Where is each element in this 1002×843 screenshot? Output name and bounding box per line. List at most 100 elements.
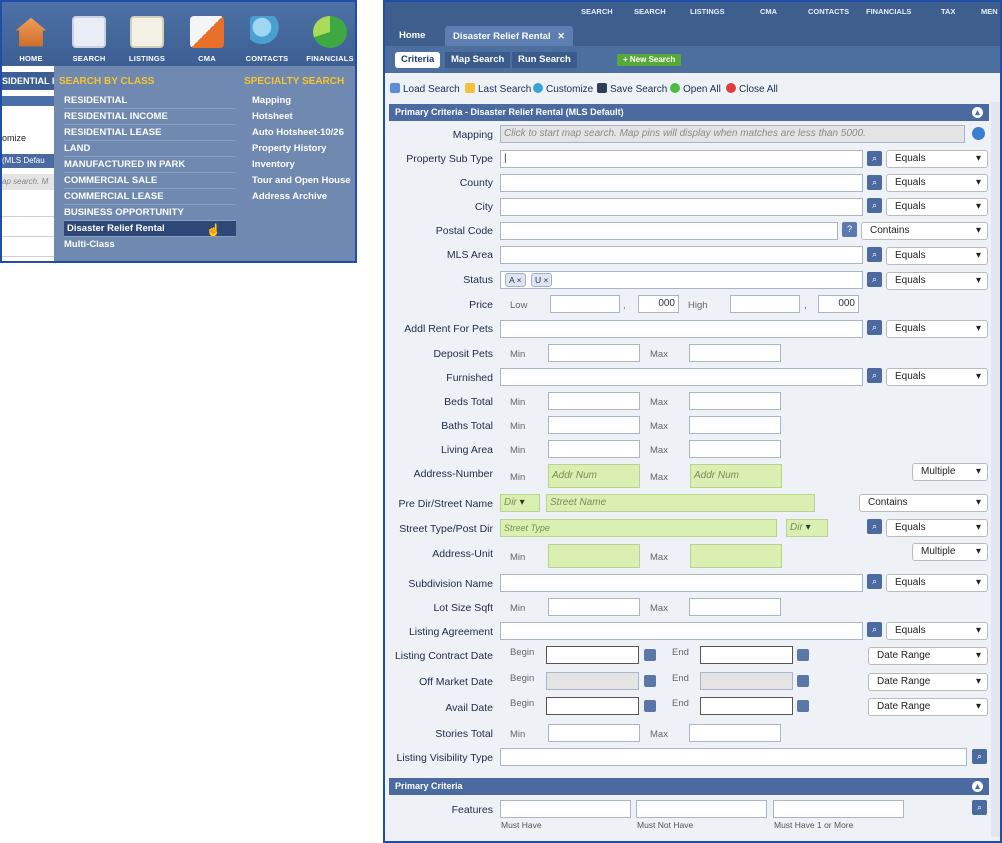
lookup-icon[interactable]: ⌕ xyxy=(867,198,882,213)
county-operator[interactable]: Equals xyxy=(886,174,988,192)
price-low-thousands[interactable]: 000 xyxy=(638,295,679,313)
status-chip-u[interactable]: U × xyxy=(531,273,553,287)
listing-agreement-operator[interactable]: Equals xyxy=(886,622,988,640)
stories-min[interactable] xyxy=(548,724,640,742)
stories-max[interactable] xyxy=(689,724,781,742)
save-search-button[interactable]: Save Search xyxy=(597,83,667,95)
address-number-min[interactable]: Addr Num xyxy=(548,464,640,488)
features-must-have-one[interactable] xyxy=(773,800,904,818)
lookup-icon[interactable]: ⌕ xyxy=(867,151,882,166)
price-high-input[interactable] xyxy=(730,295,800,313)
menu-item-residential[interactable]: RESIDENTIAL xyxy=(64,93,236,109)
scrollbar[interactable] xyxy=(991,102,1000,837)
avail-date-begin[interactable] xyxy=(546,697,639,715)
open-all-button[interactable]: Open All xyxy=(670,83,721,95)
beds-min[interactable] xyxy=(548,392,640,410)
nav-search[interactable]: SEARCH xyxy=(60,2,118,66)
contract-date-begin[interactable] xyxy=(546,646,639,664)
globe-icon[interactable] xyxy=(972,127,985,140)
address-number-max[interactable]: Addr Num xyxy=(690,464,782,488)
lookup-icon[interactable]: ⌕ xyxy=(867,247,882,262)
avail-date-end[interactable] xyxy=(700,697,793,715)
lot-size-max[interactable] xyxy=(689,598,781,616)
off-market-end[interactable] xyxy=(700,672,793,690)
listing-agreement-input[interactable] xyxy=(500,622,863,640)
pre-dir-select[interactable]: Dir ▾ xyxy=(500,494,540,512)
mapping-input[interactable]: Click to start map search. Map pins will… xyxy=(500,125,965,143)
calendar-icon[interactable] xyxy=(797,700,809,712)
specialty-address-archive[interactable]: Address Archive xyxy=(252,189,327,205)
street-type-operator[interactable]: Equals xyxy=(886,519,988,537)
status-chip-a[interactable]: A × xyxy=(505,273,526,287)
deposit-pets-min[interactable] xyxy=(548,344,640,362)
nav-listings[interactable]: LISTINGS xyxy=(118,2,176,66)
top-link-listings[interactable]: LISTINGS xyxy=(690,7,725,16)
calendar-icon[interactable] xyxy=(644,649,656,661)
last-search-button[interactable]: Last Search xyxy=(465,83,531,95)
nav-contacts[interactable]: CONTACTS xyxy=(238,2,296,66)
county-input[interactable] xyxy=(500,174,863,192)
help-icon[interactable]: ? xyxy=(842,222,857,237)
top-link-contacts[interactable]: CONTACTS xyxy=(808,7,849,16)
tab-home[interactable]: Home xyxy=(391,26,433,46)
subtab-map-search[interactable]: Map Search xyxy=(445,52,511,68)
lookup-icon[interactable]: ⌕ xyxy=(867,272,882,287)
listing-visibility-input[interactable] xyxy=(500,748,967,766)
beds-max[interactable] xyxy=(689,392,781,410)
post-dir-select[interactable]: Dir ▾ xyxy=(786,519,828,537)
deposit-pets-max[interactable] xyxy=(689,344,781,362)
specialty-tour-open-house[interactable]: Tour and Open House xyxy=(252,173,351,189)
mls-area-input[interactable] xyxy=(500,246,863,264)
street-type-input[interactable]: Street Type xyxy=(500,519,777,537)
menu-item-manufactured[interactable]: MANUFACTURED IN PARK xyxy=(64,157,236,173)
top-link-tax[interactable]: TAX xyxy=(941,7,955,16)
menu-item-commercial-lease[interactable]: COMMERCIAL LEASE xyxy=(64,189,236,205)
calendar-icon[interactable] xyxy=(797,675,809,687)
address-unit-operator[interactable]: Multiple xyxy=(912,543,988,561)
baths-max[interactable] xyxy=(689,416,781,434)
calendar-icon[interactable] xyxy=(644,700,656,712)
menu-item-residential-income[interactable]: RESIDENTIAL INCOME xyxy=(64,109,236,125)
property-sub-type-operator[interactable]: Equals xyxy=(886,150,988,168)
nav-cma[interactable]: CMA xyxy=(178,2,236,66)
top-link-search[interactable]: SEARCH xyxy=(634,7,666,16)
features-must-have[interactable] xyxy=(500,800,631,818)
address-unit-min[interactable] xyxy=(548,544,640,568)
price-low-input[interactable] xyxy=(550,295,620,313)
collapse-icon[interactable]: ▴ xyxy=(972,781,983,792)
avail-date-operator[interactable]: Date Range xyxy=(868,698,988,716)
collapse-icon[interactable]: ▴ xyxy=(972,107,983,118)
lookup-icon[interactable]: ⌕ xyxy=(867,368,882,383)
customize-button[interactable]: Customize xyxy=(533,83,593,95)
off-market-operator[interactable]: Date Range xyxy=(868,673,988,691)
load-search-button[interactable]: Load Search xyxy=(390,83,460,95)
off-market-begin[interactable] xyxy=(546,672,639,690)
nav-home[interactable]: HOME xyxy=(2,2,60,66)
lookup-icon[interactable]: ⌕ xyxy=(867,175,882,190)
lookup-icon[interactable]: ⌕ xyxy=(867,622,882,637)
living-max[interactable] xyxy=(689,440,781,458)
menu-item-land[interactable]: LAND xyxy=(64,141,236,157)
top-link-cma[interactable]: CMA xyxy=(760,7,777,16)
menu-item-disaster-relief-rental[interactable]: Disaster Relief Rental ☝ xyxy=(64,221,236,237)
subtab-criteria[interactable]: Criteria xyxy=(395,52,441,68)
specialty-hotsheet[interactable]: Hotsheet xyxy=(252,109,293,125)
features-must-not-have[interactable] xyxy=(636,800,767,818)
city-input[interactable] xyxy=(500,198,863,216)
furnished-operator[interactable]: Equals xyxy=(886,368,988,386)
contract-date-end[interactable] xyxy=(700,646,793,664)
addl-rent-pets-operator[interactable]: Equals xyxy=(886,320,988,338)
specialty-mapping[interactable]: Mapping xyxy=(252,93,291,109)
lookup-icon[interactable]: ⌕ xyxy=(867,574,882,589)
tab-disaster-relief-rental[interactable]: Disaster Relief Rental ✕ xyxy=(445,26,573,46)
price-high-thousands[interactable]: 000 xyxy=(818,295,859,313)
street-name-input[interactable]: Street Name xyxy=(546,494,815,512)
top-link-search[interactable]: SEARCH xyxy=(581,7,613,16)
baths-min[interactable] xyxy=(548,416,640,434)
subdivision-input[interactable] xyxy=(500,574,863,592)
lot-size-min[interactable] xyxy=(548,598,640,616)
menu-item-multi-class[interactable]: Multi-Class xyxy=(64,237,236,253)
subtab-run-search[interactable]: Run Search xyxy=(512,52,577,68)
status-input[interactable]: A × U × xyxy=(500,271,863,289)
lookup-icon[interactable]: ⌕ xyxy=(972,800,987,815)
